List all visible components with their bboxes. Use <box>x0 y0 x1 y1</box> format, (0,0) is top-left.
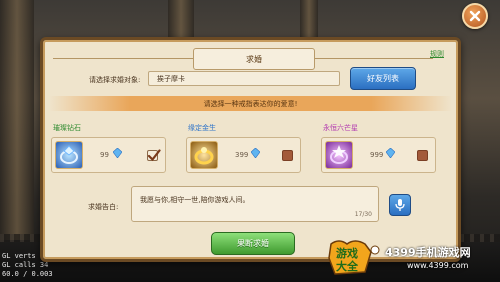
diamond-icon <box>386 148 395 158</box>
friend-list-button[interactable]: 好友列表 <box>350 67 416 90</box>
gift-price-2: 399 <box>235 151 249 159</box>
gift-checkbox-1[interactable] <box>147 149 161 162</box>
message-char-count: 17/30 <box>354 211 372 218</box>
target-input[interactable]: 挨子摩卡 <box>148 71 340 86</box>
diamond-icon <box>113 148 122 158</box>
gift-name-3: 永恒六芒星 <box>323 124 358 132</box>
message-label: 求婚告白: <box>88 203 119 211</box>
watermark-url: www.4399.com <box>407 261 469 270</box>
watermark-logo-bottom: 大全 <box>336 259 359 273</box>
gift-price-1: 99 <box>100 151 109 159</box>
microphone-icon <box>395 199 405 211</box>
microphone-button[interactable] <box>389 194 411 216</box>
target-label: 请选择求婚对象: <box>89 76 141 84</box>
gift-card-2[interactable]: 399 <box>186 137 301 173</box>
close-icon <box>469 10 481 22</box>
watermark-name: 4399手机游戏网 <box>385 246 471 259</box>
message-text: 我愿与你,相守一世,陪你游戏人间。 <box>140 196 250 204</box>
watermark-logo: 游戏 大全 <box>328 240 380 275</box>
gift-name-1: 璀璨钻石 <box>53 124 81 132</box>
debug-calls: GL calls 34 <box>2 261 49 269</box>
title-divider-right <box>313 58 433 59</box>
rules-link[interactable]: 规则 <box>430 49 444 59</box>
checkmark-icon <box>147 149 161 162</box>
debug-fps: 60.0 / 0.003 <box>2 270 53 278</box>
message-input[interactable]: 我愿与你,相守一世,陪你游戏人间。 17/30 <box>131 186 379 222</box>
propose-dialog: 求婚 规则 请选择求婚对象: 挨子摩卡 好友列表 请选择一种戒指表达你的爱意! … <box>40 37 461 262</box>
gift-name-2: 缘定金生 <box>188 124 216 132</box>
purple-star-ring-icon <box>325 141 353 169</box>
dialog-title: 求婚 <box>193 48 315 70</box>
gift-price-3: 999 <box>370 151 384 159</box>
gift-checkbox-2[interactable] <box>282 150 293 161</box>
gift-banner: 请选择一种戒指表达你的爱意! <box>49 96 452 111</box>
gold-ring-icon <box>190 141 218 169</box>
close-button[interactable] <box>462 3 488 29</box>
propose-button[interactable]: 果断求婚 <box>211 232 295 255</box>
gift-checkbox-3[interactable] <box>417 150 428 161</box>
gift-card-1[interactable]: 99 <box>51 137 166 173</box>
diamond-icon <box>251 148 260 158</box>
blue-diamond-ring-icon <box>55 141 83 169</box>
watermark-logo-top: 游戏 <box>336 246 358 260</box>
title-divider-left <box>53 58 193 59</box>
gift-card-3[interactable]: 999 <box>321 137 436 173</box>
